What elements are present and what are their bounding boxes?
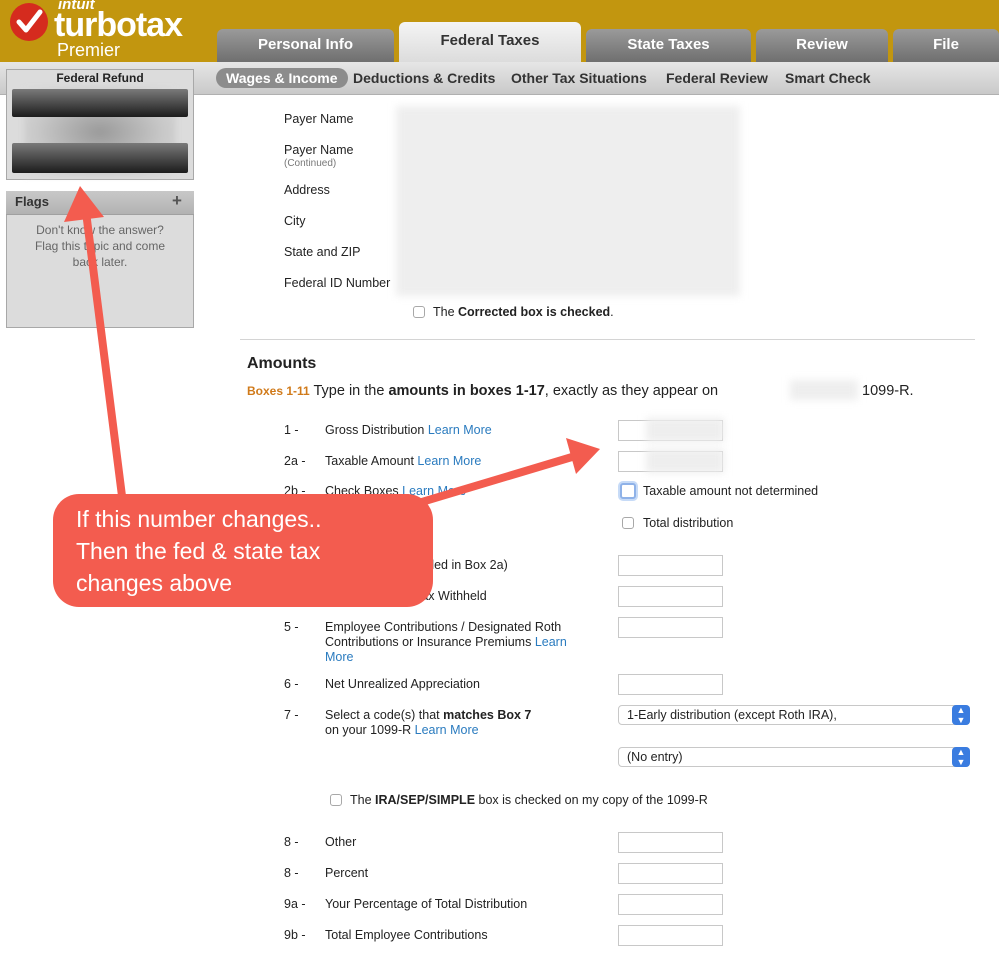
annotation-arrows bbox=[64, 186, 600, 517]
annotation-text: changes above bbox=[76, 570, 233, 596]
annotation-text: Then the fed & state tax bbox=[76, 538, 321, 564]
annotation-text: If this number changes.. bbox=[76, 506, 322, 532]
arrow-to-refund-icon bbox=[64, 186, 126, 500]
